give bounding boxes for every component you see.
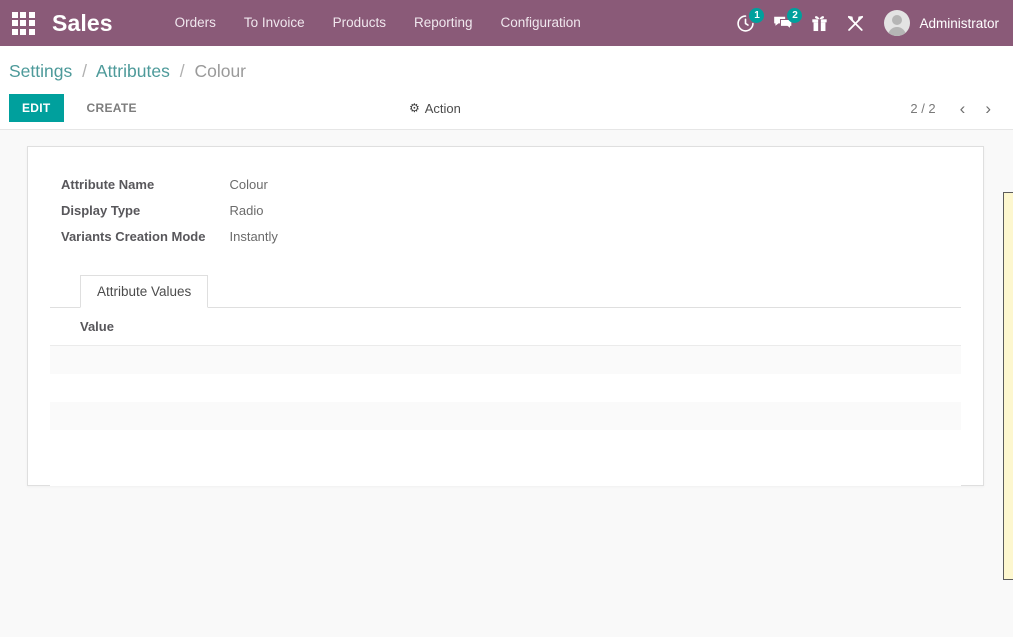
edit-button[interactable]: EDIT <box>9 94 64 122</box>
control-panel: Settings / Attributes / Colour EDIT CREA… <box>0 46 1013 130</box>
create-button[interactable]: CREATE <box>74 94 150 122</box>
menu-item-orders[interactable]: Orders <box>161 0 230 46</box>
action-menu-button[interactable]: ⚙ Action <box>409 87 461 129</box>
field-value-display-type[interactable]: Radio <box>229 203 277 229</box>
field-label-display-type: Display Type <box>61 203 141 218</box>
menu-item-products[interactable]: Products <box>319 0 400 46</box>
breadcrumb-separator: / <box>82 61 87 81</box>
form-sheet: Attribute Name Colour Display Type Radio… <box>27 146 984 486</box>
tab-attribute-values[interactable]: Attribute Values <box>80 275 209 308</box>
form-row-display-type: Display Type Radio <box>61 203 278 229</box>
control-panel-buttons: EDIT CREATE ⚙ Action 2 / 2 ‹ › <box>0 87 1013 129</box>
messages-icon[interactable]: 2 <box>764 0 803 46</box>
gear-icon: ⚙ <box>409 101 420 115</box>
field-value-variants-creation-mode[interactable]: Instantly <box>229 229 277 255</box>
notebook: Attribute Values Value <box>50 275 961 486</box>
breadcrumb-item-colour: Colour <box>194 61 247 81</box>
main-menu: Orders To Invoice Products Reporting Con… <box>161 0 595 46</box>
app-brand-sales[interactable]: Sales <box>46 0 123 46</box>
table-header-row: Value <box>50 308 961 346</box>
user-menu[interactable]: Administrator <box>874 0 1005 46</box>
navbar-systray: 1 2 Administrator <box>727 0 1005 46</box>
top-navbar: Sales Orders To Invoice Products Reporti… <box>0 0 1013 46</box>
pager-next-icon[interactable]: › <box>977 98 999 119</box>
attribute-values-table: Value <box>50 308 961 486</box>
gift-icon[interactable] <box>802 0 837 46</box>
table-row[interactable] <box>50 402 961 430</box>
breadcrumb: Settings / Attributes / Colour <box>0 46 1013 87</box>
field-label-variants-creation-mode: Variants Creation Mode <box>61 229 206 244</box>
form-fields: Attribute Name Colour Display Type Radio… <box>61 177 278 255</box>
username-label: Administrator <box>919 15 999 31</box>
breadcrumb-item-settings[interactable]: Settings <box>9 61 72 81</box>
form-row-variants-creation-mode: Variants Creation Mode Instantly <box>61 229 278 255</box>
breadcrumb-separator: / <box>179 61 185 81</box>
table-head: Value <box>50 308 961 346</box>
field-label-attribute-name: Attribute Name <box>61 177 155 192</box>
grid-apps-icon <box>11 11 35 35</box>
tools-wrench-icon[interactable] <box>837 0 874 46</box>
pager-previous-icon[interactable]: ‹ <box>952 98 974 119</box>
table-row[interactable] <box>50 430 961 458</box>
column-header-value[interactable]: Value <box>50 308 961 346</box>
table-row[interactable] <box>50 374 961 402</box>
pager-count: 2 / 2 <box>910 100 936 116</box>
field-value-attribute-name[interactable]: Colour <box>229 177 277 203</box>
activity-clock-icon[interactable]: 1 <box>727 0 765 46</box>
action-menu-label: Action <box>424 100 461 116</box>
table-body <box>50 345 961 486</box>
form-row-attribute-name: Attribute Name Colour <box>61 177 278 203</box>
activity-count-badge: 1 <box>749 8 765 23</box>
table-row[interactable] <box>50 345 961 374</box>
messages-count-badge: 2 <box>787 8 803 23</box>
avatar <box>884 10 911 36</box>
record-pager: 2 / 2 ‹ › <box>910 87 999 129</box>
sheet-wrapper: Attribute Name Colour Display Type Radio… <box>0 130 1013 486</box>
menu-item-reporting[interactable]: Reporting <box>400 0 487 46</box>
content-area: Attribute Name Colour Display Type Radio… <box>0 130 1013 637</box>
menu-item-to-invoice[interactable]: To Invoice <box>230 0 319 46</box>
table-row[interactable] <box>50 458 961 486</box>
apps-menu-button[interactable] <box>0 0 46 46</box>
menu-item-configuration[interactable]: Configuration <box>487 0 595 46</box>
right-slide-panel[interactable] <box>1003 192 1013 580</box>
notebook-tabs: Attribute Values <box>50 275 961 308</box>
breadcrumb-item-attributes[interactable]: Attributes <box>96 61 170 81</box>
